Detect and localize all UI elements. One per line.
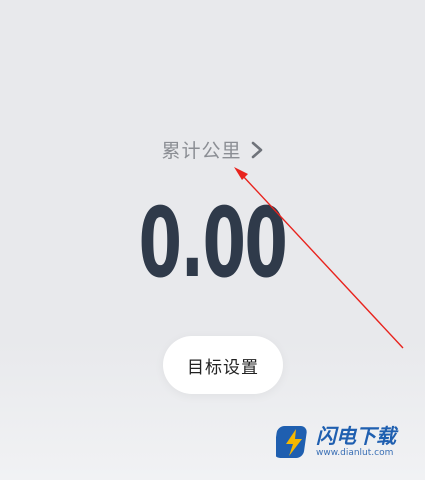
- watermark-brand: 闪电下载: [316, 424, 396, 448]
- distance-value: 0.00: [138, 187, 288, 299]
- chevron-right-icon: [251, 141, 262, 158]
- total-distance-link[interactable]: 累计公里: [0, 136, 425, 163]
- watermark: 闪电下载 www.dianlut.com: [276, 420, 416, 464]
- running-stats-screen: 累计公里 0.00 目标设置 闪电下载 www.dianlut.com: [0, 0, 425, 480]
- goal-settings-button[interactable]: 目标设置: [163, 336, 283, 394]
- total-distance-label: 累计公里: [161, 140, 242, 162]
- watermark-url: www.dianlut.com: [316, 448, 394, 458]
- lightning-logo-icon: [276, 426, 307, 458]
